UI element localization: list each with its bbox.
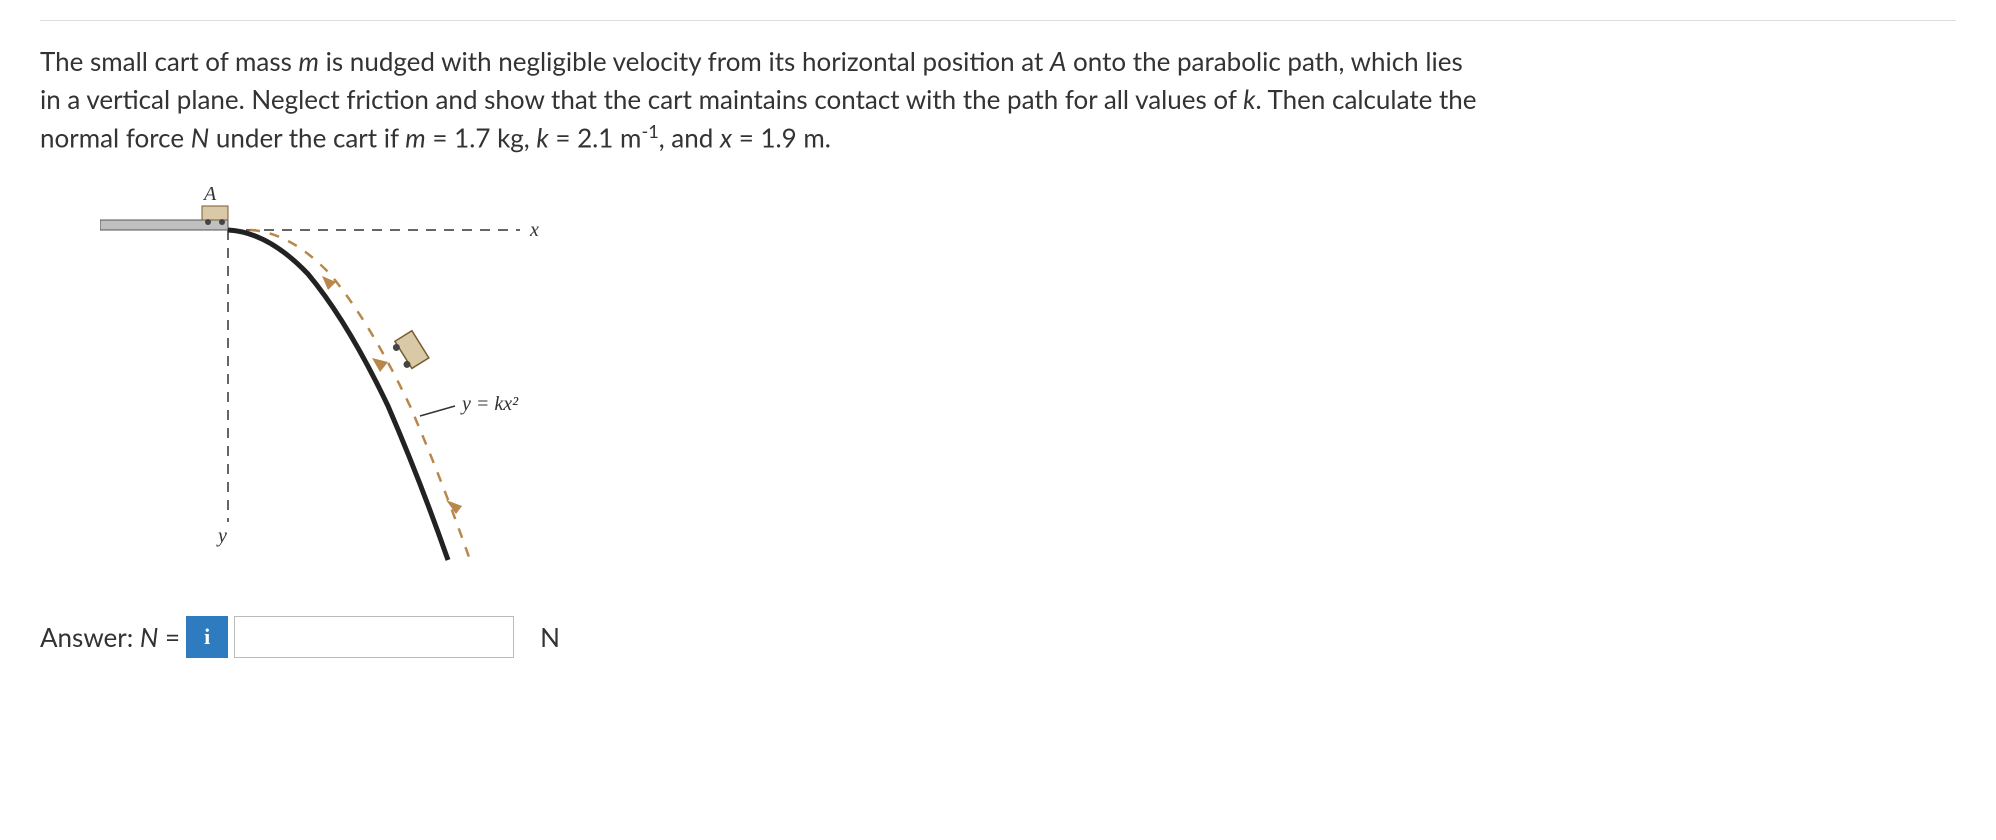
y-axis-label: y [216, 525, 227, 547]
arrowhead-icon [322, 276, 336, 290]
info-button[interactable]: i [186, 616, 228, 658]
point-a-label: A [202, 183, 217, 205]
cart-at-a [202, 206, 228, 220]
answer-unit: N [540, 621, 560, 653]
arrowhead-icon [446, 500, 462, 514]
cart-wheel [205, 219, 211, 225]
curve-label-leader [420, 406, 455, 416]
x-axis-label: x [529, 219, 539, 241]
figure-parabolic-path: A x y y = kx² [100, 182, 1956, 586]
parabolic-track-dashed [250, 230, 470, 560]
arrowhead-icon [372, 358, 388, 372]
cart-on-path [390, 330, 429, 371]
diagram-svg: A x y y = kx² [100, 182, 560, 582]
parabolic-track [228, 230, 448, 560]
cart-wheel [219, 219, 225, 225]
answer-label: Answer: N = [40, 621, 180, 653]
top-divider [40, 20, 1956, 21]
answer-row: Answer: N = i N [40, 616, 1956, 658]
answer-input[interactable] [234, 616, 514, 658]
problem-statement: The small cart of mass m is nudged with … [40, 43, 1490, 158]
curve-equation-label: y = kx² [460, 393, 519, 415]
